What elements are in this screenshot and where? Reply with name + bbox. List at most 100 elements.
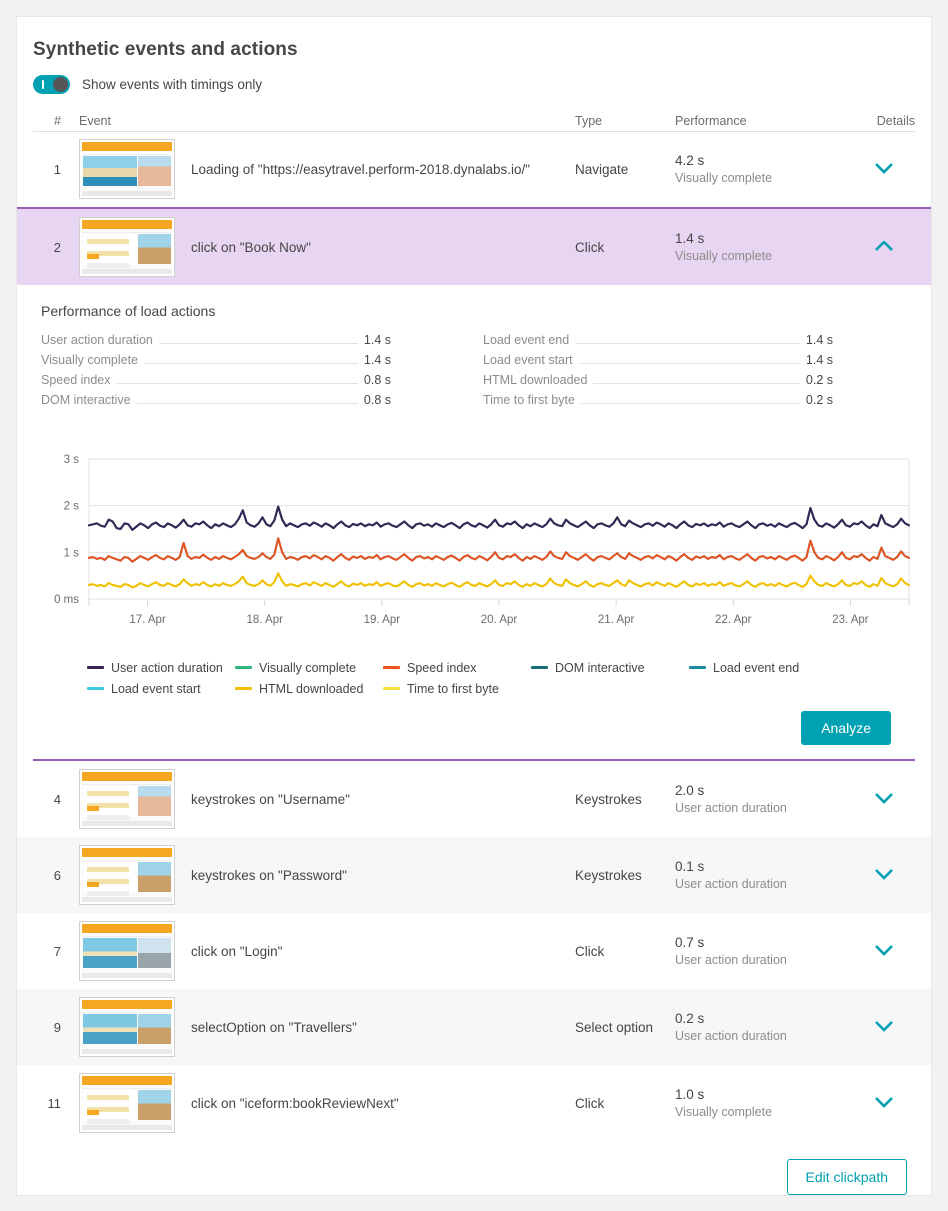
table-row[interactable]: 6 keystrokes on "Password" Keystrokes 0.…	[17, 837, 931, 913]
metric-value: 1.4 s	[805, 353, 833, 367]
performance-timeseries-chart: 0 ms 1 s 2 s 3 s 17. Apr 18. Apr 19. Apr 20. Ap…	[41, 447, 915, 647]
metric-name: DOM interactive	[41, 393, 131, 407]
metric-name: Load event end	[483, 333, 570, 347]
performance-label: Visually complete	[675, 1105, 773, 1119]
event-performance: 0.1 s User action duration	[675, 859, 853, 891]
legend-label: User action duration	[111, 660, 223, 675]
event-performance: 0.7 s User action duration	[675, 935, 853, 967]
metrics-column-left: User action duration 1.4 s Visually comp…	[41, 333, 391, 413]
chevron-up-icon[interactable]	[853, 240, 915, 255]
svg-text:21. Apr: 21. Apr	[598, 614, 635, 626]
page-title: Synthetic events and actions	[33, 39, 298, 60]
column-header-details: Details	[853, 114, 915, 132]
legend-label: Visually complete	[259, 660, 357, 675]
event-type: Navigate	[575, 161, 629, 177]
legend-label: Speed index	[407, 660, 477, 675]
metric-value: 0.8 s	[363, 393, 391, 407]
metric-row: Time to first byte 0.2 s	[483, 393, 833, 413]
analyze-button[interactable]: Analyze	[801, 711, 891, 745]
legend-item[interactable]: Load event start	[87, 678, 235, 699]
performance-value: 2.0 s	[675, 783, 705, 798]
svg-text:22. Apr: 22. Apr	[715, 614, 752, 626]
metric-leader	[158, 343, 358, 344]
performance-value: 1.4 s	[675, 231, 705, 246]
metric-leader	[136, 403, 358, 404]
column-header-performance: Performance	[675, 114, 853, 132]
metric-leader	[580, 403, 800, 404]
table-row[interactable]: 7 click on "Login" Click 0.7 s User acti…	[17, 913, 931, 989]
svg-text:1 s: 1 s	[64, 547, 80, 559]
legend-swatch-icon	[235, 687, 252, 690]
table-row[interactable]: 11 click on "iceform:bookReviewNext" Cli…	[17, 1065, 931, 1141]
event-description: keystrokes on "Password"	[191, 867, 347, 883]
row-number: 6	[53, 867, 61, 883]
chart-svg: 0 ms 1 s 2 s 3 s 17. Apr 18. Apr 19. Apr 20. Ap…	[54, 454, 910, 626]
legend-swatch-icon	[87, 687, 104, 690]
row-number: 7	[53, 943, 61, 959]
metric-name: Time to first byte	[483, 393, 575, 407]
event-thumbnail	[79, 139, 175, 199]
performance-label: User action duration	[675, 953, 787, 967]
table-row[interactable]: 9 selectOption on "Travellers" Select op…	[17, 989, 931, 1065]
legend-label: Load event start	[111, 681, 201, 696]
event-description: keystrokes on "Username"	[191, 791, 350, 807]
events-table: # Event Type Performance Details 1 Loadi…	[17, 109, 931, 1141]
legend-item[interactable]: DOM interactive	[531, 657, 689, 678]
performance-value: 1.0 s	[675, 1087, 705, 1102]
chevron-down-icon[interactable]	[853, 1020, 915, 1035]
svg-text:23. Apr: 23. Apr	[832, 614, 869, 626]
event-thumbnail	[79, 217, 175, 277]
table-row[interactable]: 1 Loading of "https://easytravel.perform…	[17, 131, 931, 207]
performance-label: Visually complete	[675, 249, 773, 263]
table-row-expanded[interactable]: 2 click on "Book Now" Click 1.4 s Visual…	[17, 207, 931, 285]
metric-row: DOM interactive 0.8 s	[41, 393, 391, 413]
chevron-down-icon[interactable]	[853, 1096, 915, 1111]
metric-name: User action duration	[41, 333, 153, 347]
event-thumbnail	[79, 1073, 175, 1133]
metric-name: Load event start	[483, 353, 573, 367]
performance-label: User action duration	[675, 801, 787, 815]
legend-item[interactable]: Time to first byte	[383, 678, 533, 699]
legend-label: Load event end	[713, 660, 800, 675]
legend-item[interactable]: Load event end	[689, 657, 839, 678]
legend-swatch-icon	[531, 666, 548, 669]
legend-item[interactable]: User action duration	[87, 657, 235, 678]
event-thumbnail	[79, 997, 175, 1057]
chevron-down-icon[interactable]	[853, 944, 915, 959]
metric-value: 1.4 s	[805, 333, 833, 347]
metric-value: 1.4 s	[363, 353, 391, 367]
chevron-down-icon[interactable]	[853, 162, 915, 177]
toggle-on-mark	[42, 80, 44, 89]
legend-label: DOM interactive	[555, 660, 645, 675]
footer-button-row: Edit clickpath	[17, 1141, 931, 1195]
edit-clickpath-button[interactable]: Edit clickpath	[786, 1159, 907, 1195]
column-header-event: Event	[61, 114, 575, 132]
chevron-down-icon[interactable]	[853, 792, 915, 807]
performance-value: 0.7 s	[675, 935, 705, 950]
metric-row: Load event start 1.4 s	[483, 353, 833, 373]
event-type: Keystrokes	[575, 791, 642, 807]
metric-value: 1.4 s	[363, 333, 391, 347]
legend-item[interactable]: HTML downloaded	[235, 678, 383, 699]
synthetic-events-card: Synthetic events and actions Show events…	[16, 16, 932, 1196]
table-row[interactable]: 4 keystrokes on "Username" Keystrokes 2.…	[17, 761, 931, 837]
event-performance: 0.2 s User action duration	[675, 1011, 853, 1043]
event-description: click on "Book Now"	[191, 239, 311, 255]
event-performance: 4.2 s Visually complete	[675, 153, 853, 185]
panel-title: Performance of load actions	[41, 303, 216, 319]
event-performance: 1.0 s Visually complete	[675, 1087, 853, 1119]
event-description: selectOption on "Travellers"	[191, 1019, 357, 1035]
legend-item[interactable]: Visually complete	[235, 657, 383, 678]
event-description: click on "Login"	[191, 943, 283, 959]
svg-text:3 s: 3 s	[64, 454, 80, 466]
legend-label: HTML downloaded	[259, 681, 364, 696]
svg-text:2 s: 2 s	[64, 501, 80, 513]
metrics-column-right: Load event end 1.4 s Load event start 1.…	[483, 333, 833, 413]
legend-item[interactable]: Speed index	[383, 657, 531, 678]
chart-legend: User action duration Visually complete Spe…	[87, 657, 897, 699]
chevron-down-icon[interactable]	[853, 868, 915, 883]
event-performance: 1.4 s Visually complete	[675, 231, 853, 263]
show-timings-toggle[interactable]	[33, 75, 70, 94]
metric-leader	[144, 363, 358, 364]
event-performance: 2.0 s User action duration	[675, 783, 853, 815]
